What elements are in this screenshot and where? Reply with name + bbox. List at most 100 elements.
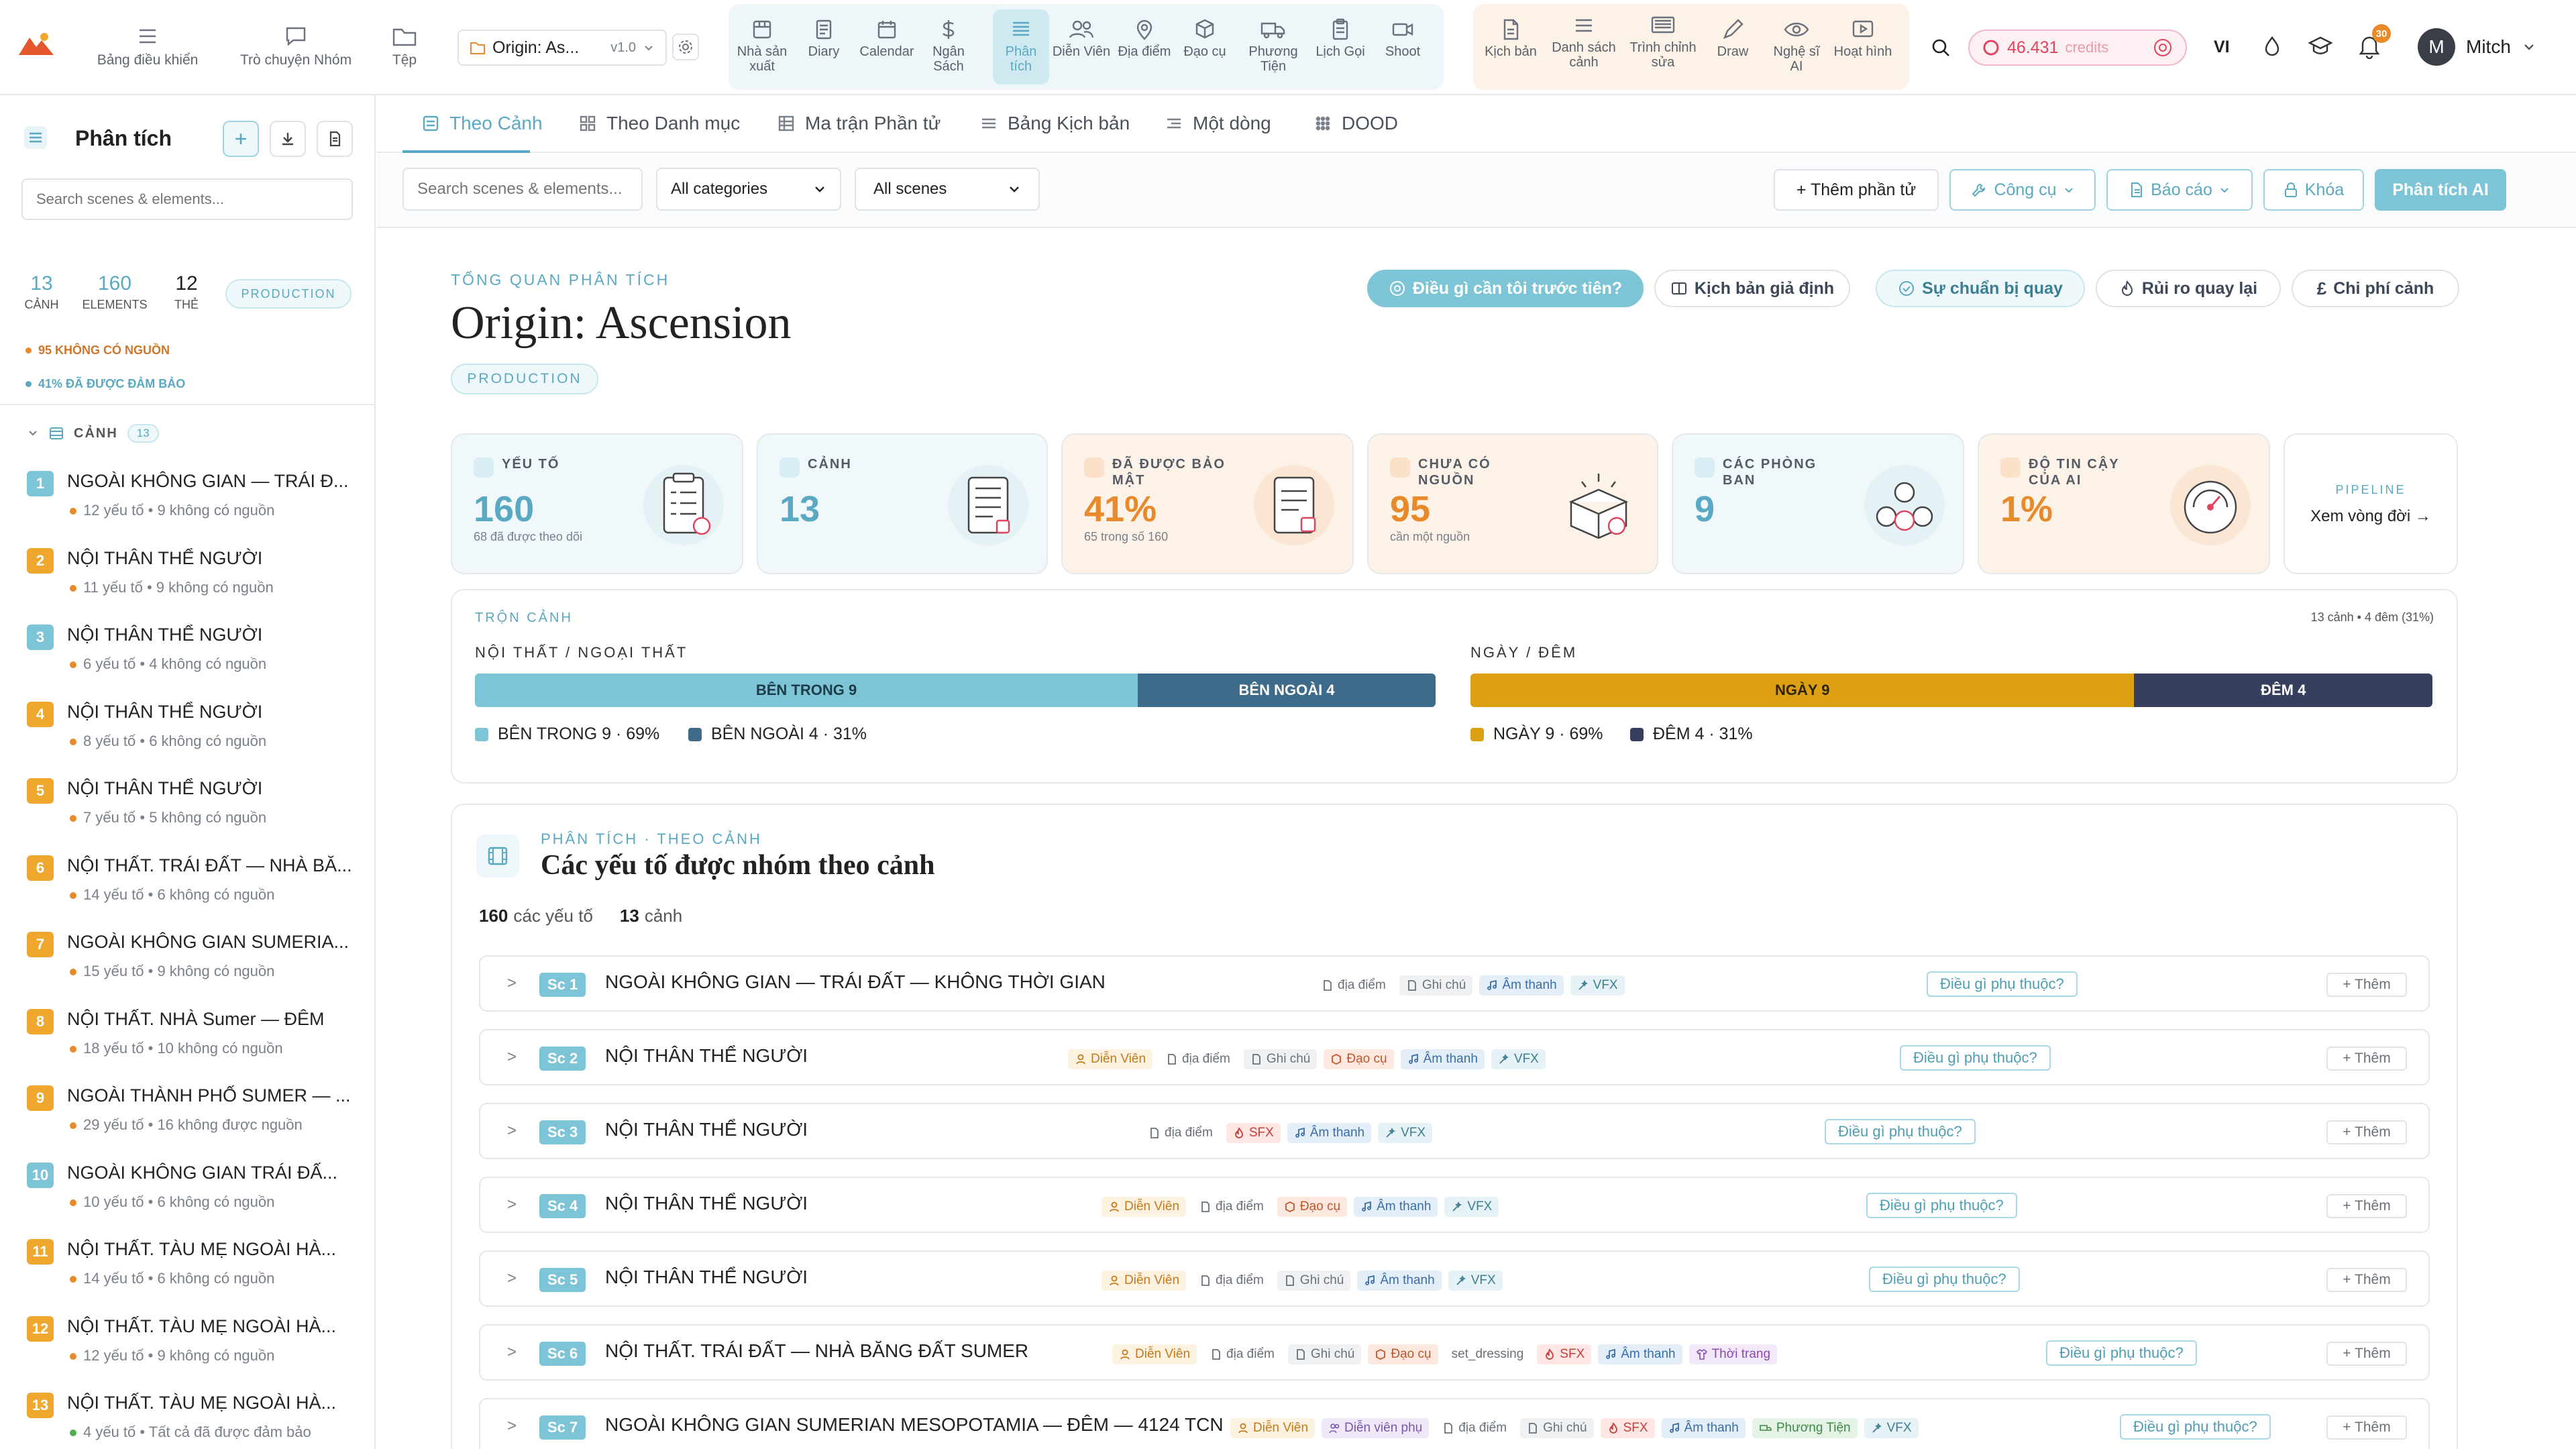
element-category-chip[interactable]: SFX [1226, 1123, 1281, 1143]
sidebar-scene-item[interactable]: 12 NỘI THẤT. TÀU MẸ NGOÀI HÀ... 12 yếu tố … [27, 1307, 362, 1383]
dependencies-button[interactable]: Điều gì phụ thuộc? [1900, 1045, 2051, 1071]
sidebar-search-input[interactable] [21, 178, 353, 220]
element-category-chip[interactable]: VFX [1864, 1418, 1919, 1438]
chevron-right-icon[interactable]: > [507, 1122, 517, 1140]
element-category-chip[interactable]: địa điểm [1193, 1271, 1271, 1291]
main-search-input[interactable] [402, 168, 643, 211]
tool-locations[interactable]: Địa điểm [1114, 17, 1175, 59]
notifications-button[interactable]: 30 [2357, 24, 2391, 59]
sidebar-scene-item[interactable]: 8 NỘI THẤT. NHÀ Sumer — ĐÊM 18 yếu tố • 10… [27, 1000, 362, 1076]
scenes-section-header[interactable]: CẢNH 13 [27, 424, 159, 443]
tab-dood[interactable]: DOOD [1313, 113, 1398, 134]
tool-vehicles[interactable]: Phương Tiện [1236, 17, 1311, 74]
element-category-chip[interactable]: Âm thanh [1479, 975, 1564, 996]
element-category-chip[interactable]: set_dressing [1444, 1344, 1531, 1364]
dependencies-button[interactable]: Điều gì phụ thuộc? [1869, 1267, 2020, 1292]
element-category-chip[interactable]: SFX [1600, 1418, 1655, 1438]
stat-card-ai-confidence[interactable]: ĐỘ TIN CẬY CỦA AI 1% [1978, 433, 2270, 574]
stat-card-elements[interactable]: YẾU TỐ 160 68 đã được theo dõi [451, 433, 743, 574]
add-element-row-button[interactable]: + Thêm [2326, 1194, 2407, 1218]
stat-card-scenes[interactable]: CẢNH 13 [757, 433, 1048, 574]
category-select[interactable]: All categories [656, 168, 841, 211]
add-element-row-button[interactable]: + Thêm [2326, 1342, 2407, 1366]
scene-breakdown-row[interactable]: > Sc 3 NỘI THÂN THỂ NGƯỜI địa điểm SFX Âm tha… [479, 1103, 2430, 1159]
tool-shoot[interactable]: Shoot [1373, 17, 1433, 59]
chevron-right-icon[interactable]: > [507, 1195, 517, 1214]
add-element-row-button[interactable]: + Thêm [2326, 1268, 2407, 1292]
nav-files[interactable]: Tệp [380, 24, 429, 68]
element-category-chip[interactable]: địa điểm [1193, 1197, 1271, 1217]
dependencies-button[interactable]: Điều gì phụ thuộc? [1866, 1193, 2017, 1218]
tool-diary[interactable]: Diary [796, 17, 852, 59]
pipeline-card[interactable]: PIPELINE Xem vòng đời → [2284, 433, 2458, 574]
tab-by-scene[interactable]: Theo Cảnh [421, 113, 543, 134]
what-first-button[interactable]: Điều gì cần tôi trước tiên? [1367, 270, 1644, 307]
language-toggle[interactable]: VI [2214, 38, 2230, 57]
sidebar-scene-item[interactable]: 7 NGOÀI KHÔNG GIAN SUMERIA... 15 yếu tố • … [27, 922, 362, 999]
element-category-chip[interactable]: Diễn Viên [1112, 1344, 1197, 1364]
tab-element-matrix[interactable]: Ma trận Phần tử [777, 113, 941, 134]
int-bar-segment[interactable]: BÊN TRONG 9 [475, 674, 1138, 707]
tools-button[interactable]: Công cụ [1949, 169, 2096, 211]
element-category-chip[interactable]: SFX [1537, 1344, 1592, 1364]
element-category-chip[interactable]: VFX [1444, 1197, 1499, 1217]
export-button[interactable] [317, 121, 353, 157]
stat-card-departments[interactable]: CÁC PHÒNG BAN 9 [1672, 433, 1964, 574]
element-category-chip[interactable]: Diễn Viên [1068, 1049, 1153, 1069]
stat-card-secured[interactable]: ĐÃ ĐƯỢC BẢO MẬT 41% 65 trong số 160 [1061, 433, 1354, 574]
element-category-chip[interactable]: Ghi chú [1243, 1049, 1318, 1069]
tool-breakdown[interactable]: Phân tích [993, 9, 1049, 85]
element-category-chip[interactable]: Diễn Viên [1230, 1418, 1316, 1438]
ext-bar-segment[interactable]: BÊN NGOÀI 4 [1138, 674, 1436, 707]
add-element-row-button[interactable]: + Thêm [2326, 1046, 2407, 1071]
element-category-chip[interactable]: Đạo cụ [1277, 1197, 1348, 1217]
tool-props[interactable]: Đạo cụ [1177, 17, 1233, 59]
lock-button[interactable]: Khóa [2263, 169, 2364, 211]
element-category-chip[interactable]: Diễn viên phụ [1322, 1418, 1430, 1438]
element-category-chip[interactable]: Phương Tiện [1752, 1418, 1858, 1438]
user-menu[interactable]: M Mitch [2418, 28, 2536, 66]
tool-draw[interactable]: Draw [1708, 17, 1758, 59]
tool-producer[interactable]: Nhà sản xuất [731, 17, 793, 74]
sidebar-scene-item[interactable]: 4 NỘI THÂN THỂ NGƯỜI 8 yếu tố • 6 không có… [27, 692, 362, 769]
element-category-chip[interactable]: Âm thanh [1661, 1418, 1746, 1438]
scene-breakdown-row[interactable]: > Sc 2 NỘI THÂN THỂ NGƯỜI Diễn Viên địa điểm… [479, 1029, 2430, 1085]
element-category-chip[interactable]: Ghi chú [1287, 1344, 1362, 1364]
element-category-chip[interactable]: địa điểm [1436, 1418, 1514, 1438]
sidebar-scene-item[interactable]: 2 NỘI THÂN THỂ NGƯỜI 11 yếu tố • 9 không c… [27, 539, 362, 615]
tab-one-liner[interactable]: Một dòng [1165, 113, 1271, 134]
project-settings-button[interactable] [672, 34, 699, 60]
scene-select[interactable]: All scenes [855, 168, 1040, 211]
stat-card-unsourced[interactable]: CHƯA CÓ NGUỒN 95 cần một nguồn [1367, 433, 1658, 574]
scene-breakdown-row[interactable]: > Sc 5 NỘI THÂN THỂ NGƯỜI Diễn Viên địa điểm… [479, 1250, 2430, 1307]
download-button[interactable] [270, 121, 306, 157]
global-search-button[interactable] [1925, 32, 1956, 63]
element-category-chip[interactable]: Âm thanh [1287, 1123, 1372, 1143]
add-element-button[interactable]: + Thêm phần tử [1774, 169, 1939, 211]
sidebar-scene-item[interactable]: 1 NGOÀI KHÔNG GIAN — TRÁI Đ... 12 yếu tố •… [27, 462, 362, 538]
project-selector[interactable]: Origin: As... v1.0 [458, 30, 667, 66]
element-category-chip[interactable]: VFX [1448, 1271, 1503, 1291]
sidebar-scene-item[interactable]: 13 NỘI THẤT. TÀU MẸ NGOÀI HÀ... 4 yếu tố •… [27, 1383, 362, 1449]
theme-toggle[interactable] [2261, 35, 2284, 58]
shoot-readiness-button[interactable]: Sự chuẩn bị quay [1876, 270, 2085, 307]
element-category-chip[interactable]: Thời trang [1688, 1344, 1778, 1364]
add-element-row-button[interactable]: + Thêm [2326, 1415, 2407, 1440]
app-logo[interactable] [17, 31, 55, 58]
sidebar-scene-item[interactable]: 3 NỘI THÂN THỂ NGƯỜI 6 yếu tố • 4 không có… [27, 615, 362, 692]
tool-call-sheet[interactable]: Lịch Gọi [1312, 17, 1368, 59]
tool-budget[interactable]: Ngân Sách [920, 17, 977, 74]
nav-dashboard[interactable]: Bảng điều khiển [87, 24, 208, 68]
dependencies-button[interactable]: Điều gì phụ thuộc? [1825, 1119, 1976, 1144]
element-category-chip[interactable]: Ghi chú [1399, 975, 1473, 996]
nav-team-chat[interactable]: Trò chuyện Nhóm [225, 24, 366, 68]
element-category-chip[interactable]: VFX [1378, 1123, 1433, 1143]
sidebar-scene-item[interactable]: 11 NỘI THẤT. TÀU MẸ NGOÀI HÀ... 14 yếu tố … [27, 1230, 362, 1306]
credits-badge[interactable]: 46.431 credits [1968, 30, 2187, 66]
element-category-chip[interactable]: Đạo cụ [1368, 1344, 1438, 1364]
tool-cast[interactable]: Diễn Viên [1051, 17, 1112, 59]
tab-by-category[interactable]: Theo Danh mục [578, 113, 740, 134]
add-element-row-button[interactable]: + Thêm [2326, 1120, 2407, 1144]
element-category-chip[interactable]: Diễn Viên [1102, 1271, 1187, 1291]
tool-editor[interactable]: Trình chỉnh sửa [1627, 13, 1699, 70]
